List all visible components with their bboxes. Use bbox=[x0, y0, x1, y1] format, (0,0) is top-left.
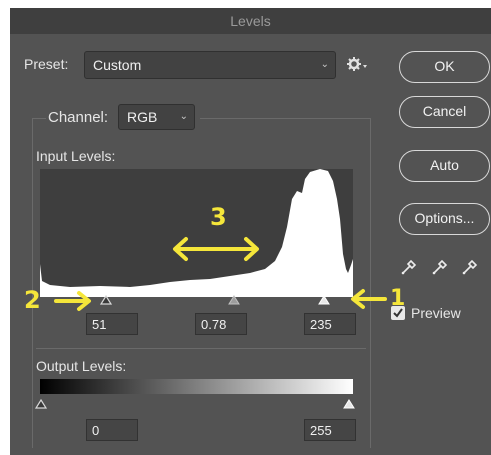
output-white-slider[interactable] bbox=[343, 396, 355, 409]
black-eyedropper-icon[interactable] bbox=[400, 258, 418, 276]
preset-value: Custom bbox=[93, 57, 142, 73]
channel-label: Channel: bbox=[48, 109, 109, 126]
dialog-title: Levels bbox=[10, 8, 491, 34]
group-border-top-right bbox=[200, 118, 370, 119]
gear-icon[interactable] bbox=[346, 54, 368, 74]
output-levels-label: Output Levels: bbox=[36, 358, 127, 374]
input-shadow-field[interactable]: 51 bbox=[86, 313, 138, 335]
white-eyedropper-icon[interactable] bbox=[461, 258, 479, 276]
group-border-top-left bbox=[32, 118, 46, 119]
input-midtone-field[interactable]: 0.78 bbox=[195, 313, 247, 335]
group-border-left bbox=[32, 118, 33, 448]
preset-select[interactable]: Custom ⌄ bbox=[84, 51, 336, 79]
output-gradient-bar bbox=[40, 379, 353, 394]
arrow-right-annotation bbox=[53, 290, 93, 312]
histogram bbox=[40, 169, 353, 297]
cancel-button[interactable]: Cancel bbox=[399, 96, 490, 128]
output-white-field[interactable]: 255 bbox=[304, 419, 356, 441]
annotation-three: 3 bbox=[210, 203, 227, 231]
options-button[interactable]: Options... bbox=[399, 203, 490, 235]
preview-label: Preview bbox=[411, 305, 461, 321]
input-highlight-field[interactable]: 235 bbox=[304, 313, 356, 335]
divider bbox=[36, 348, 366, 349]
output-black-field[interactable]: 0 bbox=[86, 419, 138, 441]
double-arrow-annotation bbox=[170, 236, 262, 262]
chevron-down-icon: ⌄ bbox=[179, 111, 188, 122]
arrow-left-annotation bbox=[350, 288, 388, 310]
annotation-one: 1 bbox=[390, 286, 406, 311]
chevron-down-icon: ⌄ bbox=[320, 59, 329, 70]
auto-button[interactable]: Auto bbox=[399, 150, 490, 182]
channel-value: RGB bbox=[127, 109, 158, 125]
gray-eyedropper-icon[interactable] bbox=[431, 258, 449, 276]
midtone-input-slider[interactable] bbox=[228, 292, 240, 305]
highlight-input-slider[interactable] bbox=[318, 292, 330, 305]
channel-select[interactable]: RGB ⌄ bbox=[118, 104, 195, 130]
input-levels-label: Input Levels: bbox=[36, 148, 116, 164]
group-border-right bbox=[370, 118, 371, 448]
shadow-input-slider[interactable] bbox=[99, 292, 113, 305]
preset-label: Preset: bbox=[24, 56, 69, 72]
output-black-slider[interactable] bbox=[34, 396, 48, 409]
levels-dialog: Levels Preset: Custom ⌄ Channel: RGB ⌄ I… bbox=[10, 8, 491, 455]
ok-button[interactable]: OK bbox=[399, 51, 490, 83]
annotation-two: 2 bbox=[24, 286, 41, 314]
